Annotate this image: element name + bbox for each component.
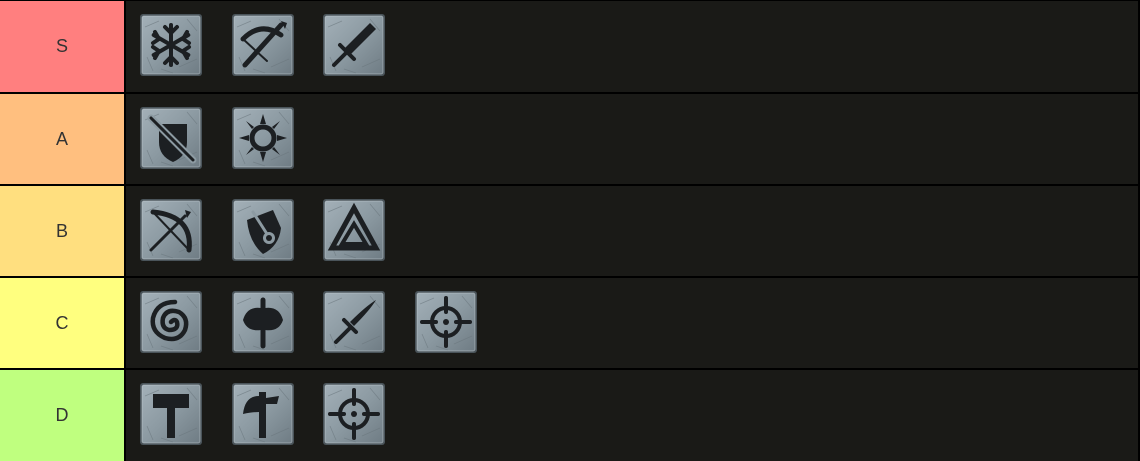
- tier-items-d[interactable]: [126, 370, 1138, 461]
- hammer-icon[interactable]: [139, 382, 203, 446]
- sword-icon[interactable]: [322, 13, 386, 77]
- triangles-icon[interactable]: [322, 198, 386, 262]
- tier-row-s: S: [0, 1, 1140, 92]
- sun-icon[interactable]: [231, 106, 295, 170]
- tier-label-d[interactable]: D: [0, 370, 124, 461]
- sword-and-shield-icon[interactable]: [139, 106, 203, 170]
- spiral-icon[interactable]: [139, 290, 203, 354]
- crossbow-icon[interactable]: [231, 13, 295, 77]
- tier-list: S A B C D: [0, 0, 1140, 461]
- tier-label-c[interactable]: C: [0, 278, 124, 368]
- tier-items-a[interactable]: [126, 94, 1138, 184]
- axe-icon[interactable]: [231, 382, 295, 446]
- tier-row-b: B: [0, 186, 1140, 276]
- crosshair-icon[interactable]: [322, 382, 386, 446]
- tier-row-a: A: [0, 94, 1140, 184]
- bow-icon[interactable]: [139, 198, 203, 262]
- tier-items-b[interactable]: [126, 186, 1138, 276]
- tier-label-a[interactable]: A: [0, 94, 124, 184]
- tier-row-d: D: [0, 370, 1140, 461]
- shield-mace-icon[interactable]: [231, 198, 295, 262]
- tier-label-b[interactable]: B: [0, 186, 124, 276]
- tier-items-s[interactable]: [126, 1, 1138, 92]
- dagger-icon[interactable]: [322, 290, 386, 354]
- crosshair-icon[interactable]: [414, 290, 478, 354]
- battle-axe-icon[interactable]: [231, 290, 295, 354]
- tier-items-c[interactable]: [126, 278, 1138, 368]
- tier-label-s[interactable]: S: [0, 1, 124, 92]
- snowflake-icon[interactable]: [139, 13, 203, 77]
- tier-row-c: C: [0, 278, 1140, 368]
